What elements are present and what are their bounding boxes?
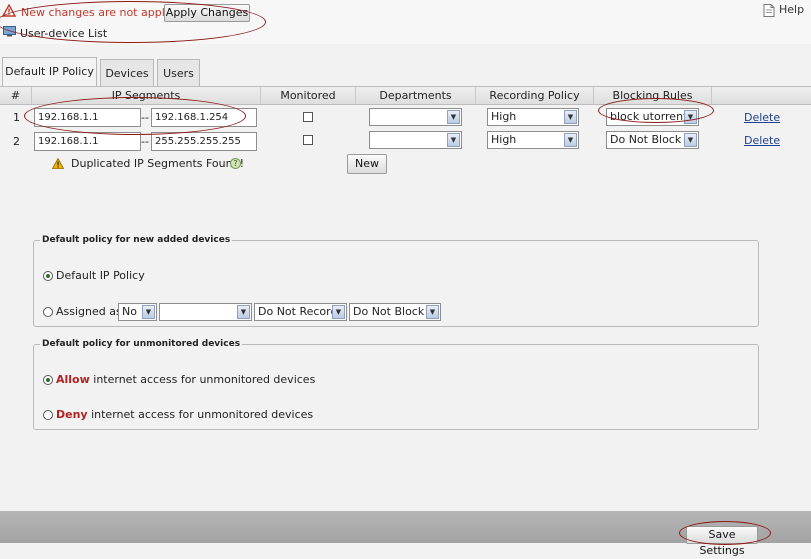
apply-changes-button[interactable]: Apply Changes: [164, 4, 250, 22]
help-link[interactable]: Help: [779, 3, 804, 16]
tab-default-ip-policy[interactable]: Default IP Policy: [2, 57, 97, 87]
duplicate-segments-warning: Duplicated IP Segments Found!: [71, 157, 244, 170]
chevron-down-icon: ▼: [447, 133, 460, 147]
new-row-button[interactable]: New: [347, 154, 387, 174]
ip-start-input[interactable]: 192.168.1.1: [34, 108, 141, 127]
deny-access-label: Deny internet access for unmonitored dev…: [56, 408, 313, 421]
new-devices-policy-legend: Default policy for new added devices: [40, 235, 233, 245]
col-monitored: Monitored: [261, 87, 356, 104]
assigned-blocking-select[interactable]: Do Not Block ▼: [349, 303, 441, 321]
assigned-recording-select[interactable]: Do Not Record ▼: [254, 303, 347, 321]
chevron-down-icon: ▼: [237, 305, 250, 319]
user-device-list-label[interactable]: User-device List: [20, 27, 107, 40]
table-header: # IP Segments Monitored Departments Reco…: [0, 86, 811, 105]
chevron-down-icon: ▼: [142, 305, 155, 319]
ip-start-input[interactable]: 192.168.1.1: [34, 132, 141, 151]
blocking-rule-select[interactable]: block utorrent ▼: [606, 108, 699, 126]
blocking-rule-select[interactable]: Do Not Block ▼: [606, 131, 699, 149]
allow-keyword: Allow: [56, 373, 90, 386]
monitored-checkbox[interactable]: [303, 112, 313, 122]
range-separator: --: [141, 135, 149, 148]
chevron-down-icon: ▼: [332, 305, 345, 319]
chevron-down-icon: ▼: [426, 305, 439, 319]
unapplied-changes-text: New changes are not applied:: [21, 6, 186, 19]
assigned-monitor-select[interactable]: No ▼: [118, 303, 157, 321]
help-icon[interactable]: ?: [230, 158, 241, 169]
chevron-down-icon: ▼: [684, 110, 697, 124]
deny-access-text: internet access for unmonitored devices: [87, 408, 314, 421]
allow-access-text: internet access for unmonitored devices: [89, 373, 316, 386]
recording-policy-select[interactable]: High ▼: [487, 108, 579, 126]
col-number: #: [0, 87, 32, 104]
monitored-checkbox[interactable]: [303, 135, 313, 145]
delete-row-link[interactable]: Delete: [744, 111, 780, 124]
col-ip-segments: IP Segments: [32, 87, 261, 104]
ip-end-input[interactable]: 192.168.1.254: [151, 108, 257, 127]
col-action: [712, 87, 811, 104]
alert-triangle-icon: [52, 158, 64, 169]
col-blocking-rules: Blocking Rules: [594, 87, 712, 104]
chevron-down-icon: ▼: [564, 133, 577, 147]
deny-access-radio[interactable]: [43, 410, 53, 420]
delete-row-link[interactable]: Delete: [744, 134, 780, 147]
chevron-down-icon: ▼: [564, 110, 577, 124]
help-page-icon[interactable]: [763, 4, 775, 17]
col-recording-policy: Recording Policy: [476, 87, 594, 104]
row-number: 2: [13, 135, 20, 148]
range-separator: --: [141, 111, 149, 124]
deny-keyword: Deny: [56, 408, 88, 421]
allow-access-label: Allow internet access for unmonitored de…: [56, 373, 315, 386]
assigned-as-label: Assigned as:: [56, 305, 126, 318]
col-departments: Departments: [356, 87, 476, 104]
assigned-department-select[interactable]: ▼: [159, 303, 252, 321]
save-settings-button[interactable]: Save Settings: [686, 526, 758, 557]
unmonitored-policy-legend: Default policy for unmonitored devices: [40, 339, 243, 349]
tab-devices[interactable]: Devices: [100, 59, 154, 86]
tab-users[interactable]: Users: [157, 59, 200, 86]
assigned-as-radio[interactable]: [43, 307, 53, 317]
recording-policy-select[interactable]: High ▼: [487, 131, 579, 149]
monitor-icon: [3, 26, 16, 37]
allow-access-radio[interactable]: [43, 375, 53, 385]
department-select[interactable]: ▼: [369, 131, 462, 149]
chevron-down-icon: ▼: [684, 133, 697, 147]
department-select[interactable]: ▼: [369, 108, 462, 126]
default-ip-policy-label: Default IP Policy: [56, 269, 145, 282]
default-ip-policy-radio[interactable]: [43, 271, 53, 281]
ip-end-input[interactable]: 255.255.255.255: [151, 132, 257, 151]
warning-icon: [2, 4, 16, 17]
row-number: 1: [13, 111, 20, 124]
chevron-down-icon: ▼: [447, 110, 460, 124]
